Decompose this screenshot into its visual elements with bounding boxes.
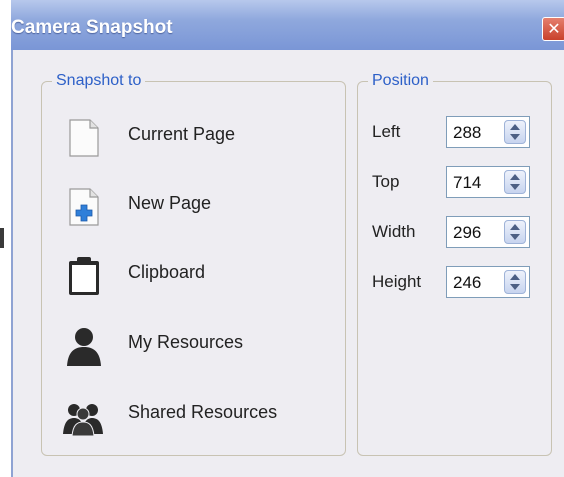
dialog-title: Camera Snapshot — [11, 17, 173, 38]
snapshot-item-label: Current Page — [128, 124, 236, 144]
position-height-value[interactable]: 246 — [453, 273, 481, 293]
person-icon — [67, 328, 101, 366]
close-icon: ✕ — [547, 19, 561, 38]
spinner-arrows[interactable] — [504, 120, 526, 144]
snapshot-to-group: Snapshot to Current Page New Page Clipbo — [41, 72, 346, 456]
close-button[interactable]: ✕ — [542, 17, 564, 41]
position-width-label: Width — [372, 222, 416, 241]
position-height-spinner[interactable]: 246 — [446, 266, 530, 298]
snapshot-item-label: Clipboard — [128, 262, 206, 282]
position-top-spinner[interactable]: 714 — [446, 166, 530, 198]
snapshot-item-label: New Page — [128, 193, 212, 213]
camera-snapshot-dialog: Camera Snapshot ✕ Snapshot to Current Pa… — [11, 0, 564, 477]
spinner-arrows[interactable] — [504, 270, 526, 294]
snapshot-clipboard-button[interactable]: Clipboard — [54, 248, 334, 304]
spin-up-icon[interactable] — [510, 224, 520, 230]
spin-up-icon[interactable] — [510, 274, 520, 280]
snapshot-item-label: Shared Resources — [128, 402, 278, 422]
position-left-row: Left 288 — [372, 116, 542, 150]
spin-down-icon[interactable] — [510, 234, 520, 240]
snapshot-current-page-button[interactable]: Current Page — [54, 110, 334, 166]
snapshot-new-page-button[interactable]: New Page — [54, 179, 334, 235]
window-border — [11, 50, 13, 477]
position-left-value[interactable]: 288 — [453, 123, 481, 143]
spin-up-icon[interactable] — [510, 174, 520, 180]
position-width-value[interactable]: 296 — [453, 223, 481, 243]
spinner-arrows[interactable] — [504, 220, 526, 244]
position-height-label: Height — [372, 272, 422, 291]
position-top-row: Top 714 — [372, 166, 542, 200]
spin-down-icon[interactable] — [510, 284, 520, 290]
people-icon — [63, 404, 103, 437]
snapshot-my-resources-button[interactable]: My Resources — [54, 318, 334, 374]
position-height-row: Height 246 — [372, 266, 542, 300]
snapshot-to-legend: Snapshot to — [56, 72, 142, 89]
snapshot-item-label: My Resources — [128, 332, 244, 352]
position-top-label: Top — [372, 172, 400, 191]
position-group: Position Left 288 Top 714 Width 296 Heig… — [357, 72, 552, 456]
spin-up-icon[interactable] — [510, 124, 520, 130]
new-page-icon — [69, 188, 99, 226]
spin-down-icon[interactable] — [510, 184, 520, 190]
clipboard-icon — [69, 257, 99, 295]
background-strip — [0, 0, 11, 477]
position-width-row: Width 296 — [372, 216, 542, 250]
position-top-value[interactable]: 714 — [453, 173, 481, 193]
position-legend: Position — [372, 72, 429, 89]
blank-page-icon — [69, 119, 99, 157]
snapshot-shared-resources-button[interactable]: Shared Resources — [54, 388, 334, 444]
position-left-spinner[interactable]: 288 — [446, 116, 530, 148]
spinner-arrows[interactable] — [504, 170, 526, 194]
position-width-spinner[interactable]: 296 — [446, 216, 530, 248]
spin-down-icon[interactable] — [510, 134, 520, 140]
position-left-label: Left — [372, 122, 401, 141]
title-bar[interactable]: Camera Snapshot ✕ — [11, 0, 564, 50]
